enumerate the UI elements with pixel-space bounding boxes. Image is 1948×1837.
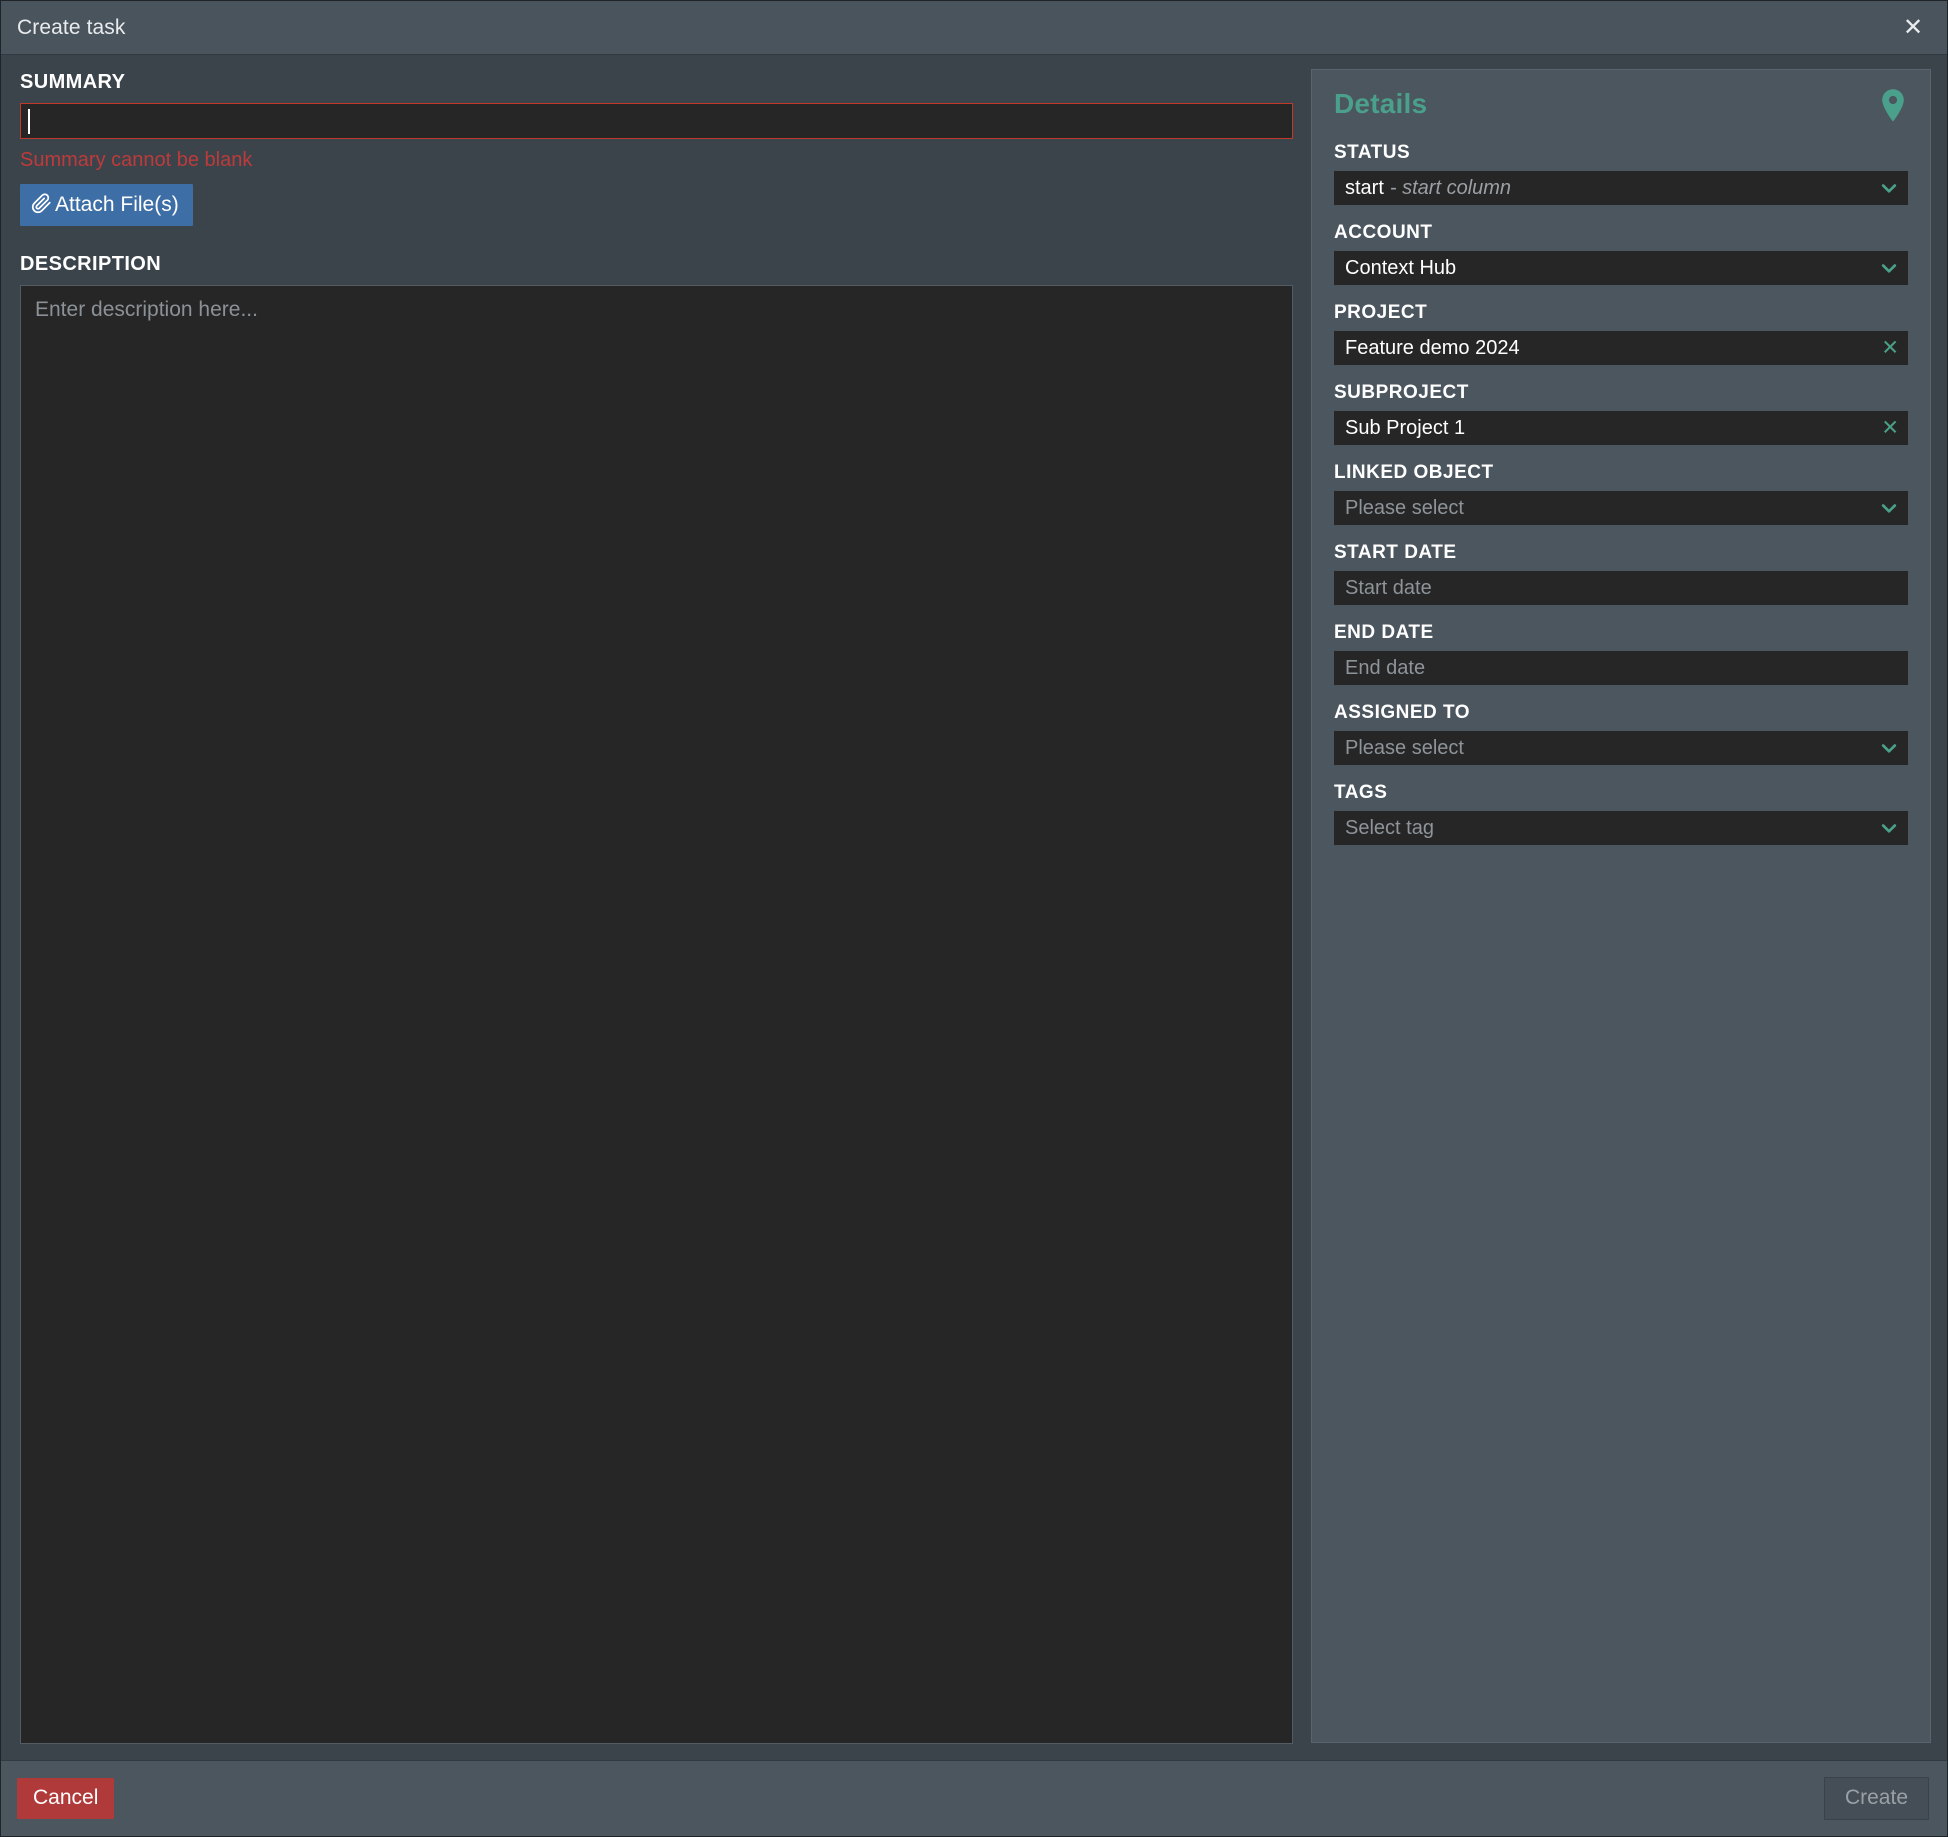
detail-group-project: PROJECT Feature demo 2024 ✕: [1334, 302, 1908, 365]
detail-group-account: ACCOUNT Context Hub: [1334, 222, 1908, 285]
details-title: Details: [1334, 88, 1428, 119]
detail-label-subproject: SUBPROJECT: [1334, 382, 1469, 403]
details-panel: Details STATUS start - start column ACCOUNT…: [1311, 69, 1931, 1743]
cancel-button[interactable]: Cancel: [17, 1778, 115, 1819]
description-label: DESCRIPTION: [20, 253, 162, 275]
detail-subvalue-status: - start column: [1389, 176, 1512, 199]
detail-value-tags: Select tag: [1345, 816, 1434, 839]
detail-value-subproject: Sub Project 1: [1345, 416, 1466, 439]
detail-control-subproject[interactable]: Sub Project 1 ✕: [1334, 411, 1908, 445]
detail-value-linked-object: Please select: [1345, 496, 1464, 519]
chevron-down-icon[interactable]: [1879, 178, 1899, 198]
detail-group-subproject: SUBPROJECT Sub Project 1 ✕: [1334, 382, 1908, 445]
chevron-down-icon[interactable]: [1879, 498, 1899, 518]
close-icon[interactable]: ✕: [1893, 8, 1933, 48]
dialog-title: Create task: [17, 15, 126, 39]
dialog-footer: Cancel Create: [1, 1760, 1947, 1836]
clear-x-icon[interactable]: ✕: [1881, 338, 1899, 359]
detail-group-assigned-to: ASSIGNED TO Please select: [1334, 702, 1908, 765]
detail-group-tags: TAGS Select tag: [1334, 782, 1908, 845]
detail-group-status: STATUS start - start column: [1334, 142, 1908, 205]
detail-value-project: Feature demo 2024: [1345, 336, 1520, 359]
detail-value-status: start: [1345, 176, 1384, 199]
detail-label-linked-object: LINKED OBJECT: [1334, 462, 1494, 483]
details-fields-list: STATUS start - start column ACCOUNT Context …: [1334, 142, 1908, 845]
create-task-dialog: Create task ✕ SUMMARY Summary cannot be …: [0, 0, 1948, 1837]
chevron-down-icon[interactable]: [1879, 258, 1899, 278]
summary-text-caret: [28, 109, 30, 134]
detail-label-assigned-to: ASSIGNED TO: [1334, 702, 1471, 723]
detail-control-project[interactable]: Feature demo 2024 ✕: [1334, 331, 1908, 365]
summary-error-message: Summary cannot be blank: [20, 149, 253, 171]
detail-label-tags: TAGS: [1334, 782, 1388, 803]
detail-control-status[interactable]: start - start column: [1334, 171, 1908, 205]
detail-group-start-date: START DATE Start date: [1334, 542, 1908, 605]
clear-x-icon[interactable]: ✕: [1881, 418, 1899, 439]
chevron-down-icon[interactable]: [1879, 738, 1899, 758]
detail-control-account[interactable]: Context Hub: [1334, 251, 1908, 285]
attach-files-button[interactable]: Attach File(s): [20, 184, 193, 226]
detail-label-start-date: START DATE: [1334, 542, 1457, 563]
detail-value-start-date: Start date: [1345, 576, 1432, 599]
location-pin-icon: [1878, 88, 1908, 124]
detail-control-start-date[interactable]: Start date: [1334, 571, 1908, 605]
chevron-down-icon[interactable]: [1879, 818, 1899, 838]
attach-files-label: Attach File(s): [55, 192, 179, 216]
detail-label-project: PROJECT: [1334, 302, 1428, 323]
detail-label-status: STATUS: [1334, 142, 1411, 163]
details-header: Details: [1334, 88, 1908, 124]
description-textarea[interactable]: [20, 285, 1293, 1744]
detail-group-linked-object: LINKED OBJECT Please select: [1334, 462, 1908, 525]
detail-value-assigned-to: Please select: [1345, 736, 1464, 759]
create-button[interactable]: Create: [1823, 1777, 1929, 1820]
detail-control-end-date[interactable]: End date: [1334, 651, 1908, 685]
dialog-titlebar: Create task ✕: [1, 1, 1947, 55]
summary-input[interactable]: [20, 103, 1293, 139]
detail-control-tags[interactable]: Select tag: [1334, 811, 1908, 845]
detail-value-end-date: End date: [1345, 656, 1426, 679]
task-form-left-pane: SUMMARY Summary cannot be blank Attach F…: [1, 55, 1311, 1760]
dialog-body: SUMMARY Summary cannot be blank Attach F…: [1, 55, 1947, 1760]
detail-control-assigned-to[interactable]: Please select: [1334, 731, 1908, 765]
detail-label-end-date: END DATE: [1334, 622, 1434, 643]
detail-group-end-date: END DATE End date: [1334, 622, 1908, 685]
paperclip-icon: [31, 193, 52, 218]
summary-label: SUMMARY: [20, 71, 126, 93]
detail-value-account: Context Hub: [1345, 256, 1457, 279]
detail-control-linked-object[interactable]: Please select: [1334, 491, 1908, 525]
detail-label-account: ACCOUNT: [1334, 222, 1433, 243]
